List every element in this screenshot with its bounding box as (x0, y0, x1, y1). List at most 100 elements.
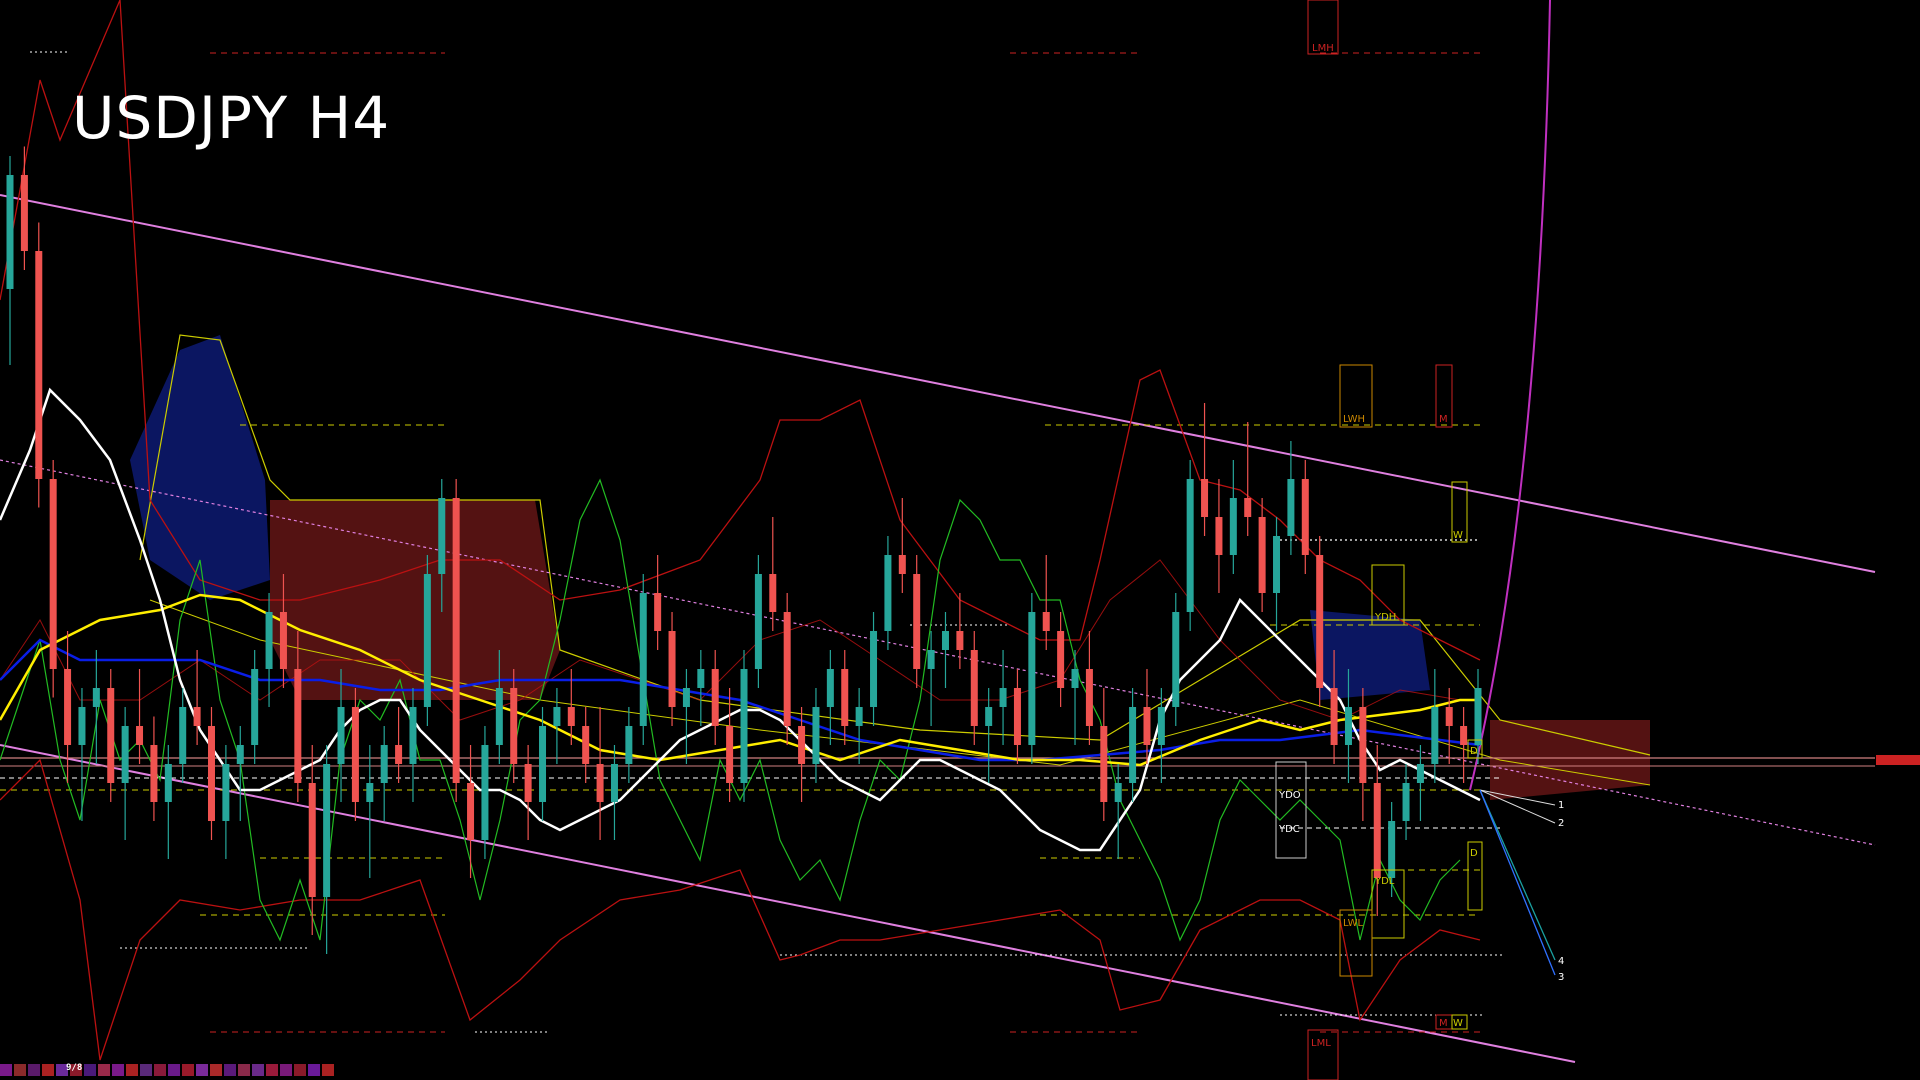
ichimoku-bear-cloud (270, 500, 560, 700)
candle-bear (970, 650, 978, 726)
candle-bull (1071, 669, 1079, 688)
current-price-marker (1876, 755, 1920, 765)
candle-bull (610, 764, 618, 802)
candle-bull (1431, 707, 1439, 764)
candle-bull (164, 764, 172, 802)
label-ydl: YDL (1374, 876, 1395, 887)
candle-bear (711, 669, 719, 726)
candle-bull (1287, 479, 1295, 536)
candle-bear (596, 764, 604, 802)
candle-bear (798, 726, 806, 764)
candle-bull (1028, 612, 1036, 745)
candle-bear (1042, 612, 1050, 631)
candle-bull (265, 612, 273, 669)
candle-bear (35, 251, 43, 479)
label-lwl: LWL (1343, 918, 1364, 929)
candle-bull (1388, 821, 1396, 878)
candle-bear (1359, 707, 1367, 783)
candle-bull (366, 783, 374, 802)
candle-bull (1474, 688, 1482, 745)
candle-bull (1416, 764, 1424, 783)
candle-bull (92, 688, 100, 707)
candle-bear (1330, 688, 1338, 745)
projection-label-1: 1 (1558, 800, 1564, 811)
candle-bull (1273, 536, 1281, 593)
price-chart[interactable]: 1 2 4 3 LMH LWH M W YDH D YDO YDC D YDL … (0, 0, 1920, 1080)
candle-bear (193, 707, 201, 726)
candle-bear (1143, 707, 1151, 745)
label-ydh: YDH (1374, 612, 1396, 623)
candle-bear (524, 764, 532, 802)
candle-bull (409, 707, 417, 764)
candle-bear (898, 555, 906, 574)
candle-bear (351, 707, 359, 802)
label-w-top: W (1453, 530, 1463, 541)
candle-bear (467, 783, 475, 840)
label-d-bottom: D (1470, 848, 1478, 859)
label-ydo: YDO (1278, 790, 1301, 801)
candle-bull (1402, 783, 1410, 821)
candle-bull (1344, 707, 1352, 745)
candle-bear (783, 612, 791, 726)
candle-bear (654, 593, 662, 631)
candle-bull (1157, 707, 1165, 745)
candle-bear (1013, 688, 1021, 745)
candle-bull (539, 726, 547, 802)
candle-bear (1445, 707, 1453, 726)
candle-bear (1258, 517, 1266, 593)
candle-bear (452, 498, 460, 783)
label-lmh: LMH (1312, 43, 1334, 54)
label-m-bottom: M (1439, 1018, 1448, 1029)
candle-bull (697, 669, 705, 688)
candle-bear (1316, 555, 1324, 688)
candle-bull (222, 764, 230, 821)
candle-bull (481, 745, 489, 840)
candle-bull (179, 707, 187, 764)
candle-bull (1229, 498, 1237, 555)
candle-bear (1201, 479, 1209, 517)
candle-bear (956, 631, 964, 650)
candle-bear (510, 688, 518, 764)
candle-bull (1129, 707, 1137, 783)
candle-bull (941, 631, 949, 650)
candle-bull (251, 669, 259, 745)
candle-bull (639, 593, 647, 726)
candle-bear (308, 783, 316, 897)
candle-bull (812, 707, 820, 764)
candle-bear (395, 745, 403, 764)
candle-bear (567, 707, 575, 726)
candle-bull (1172, 612, 1180, 707)
candle-bear (726, 726, 734, 783)
candle-bull (323, 764, 331, 897)
candle-bull (826, 669, 834, 707)
candle-bear (668, 631, 676, 707)
candle-bear (150, 745, 158, 802)
candle-bear (1057, 631, 1065, 688)
candle-bear (20, 175, 28, 251)
candle-bear (136, 726, 144, 745)
candle-bull (625, 726, 633, 764)
projection-label-2: 2 (1558, 818, 1564, 829)
candle-bear (64, 669, 72, 745)
label-w-bottom: W (1453, 1018, 1463, 1029)
candle-bear (1301, 479, 1309, 555)
candle-bear (107, 688, 115, 783)
candle-bear (1215, 517, 1223, 555)
candle-bull (423, 574, 431, 707)
candle-bull (380, 745, 388, 783)
candle-bear (1244, 498, 1252, 517)
candle-bull (1114, 783, 1122, 802)
candle-bull (121, 726, 129, 783)
bottom-tray[interactable] (0, 1064, 365, 1076)
candle-bear (294, 669, 302, 783)
candle-bull (927, 650, 935, 669)
candle-bull (495, 688, 503, 745)
label-lml: LML (1311, 1038, 1331, 1049)
candle-bear (769, 574, 777, 612)
candle-bull (1186, 479, 1194, 612)
label-lwh: LWH (1343, 414, 1365, 425)
candle-bear (1085, 669, 1093, 726)
candle-bear (913, 574, 921, 669)
candle-bull (78, 707, 86, 745)
candle-bull (438, 498, 446, 574)
